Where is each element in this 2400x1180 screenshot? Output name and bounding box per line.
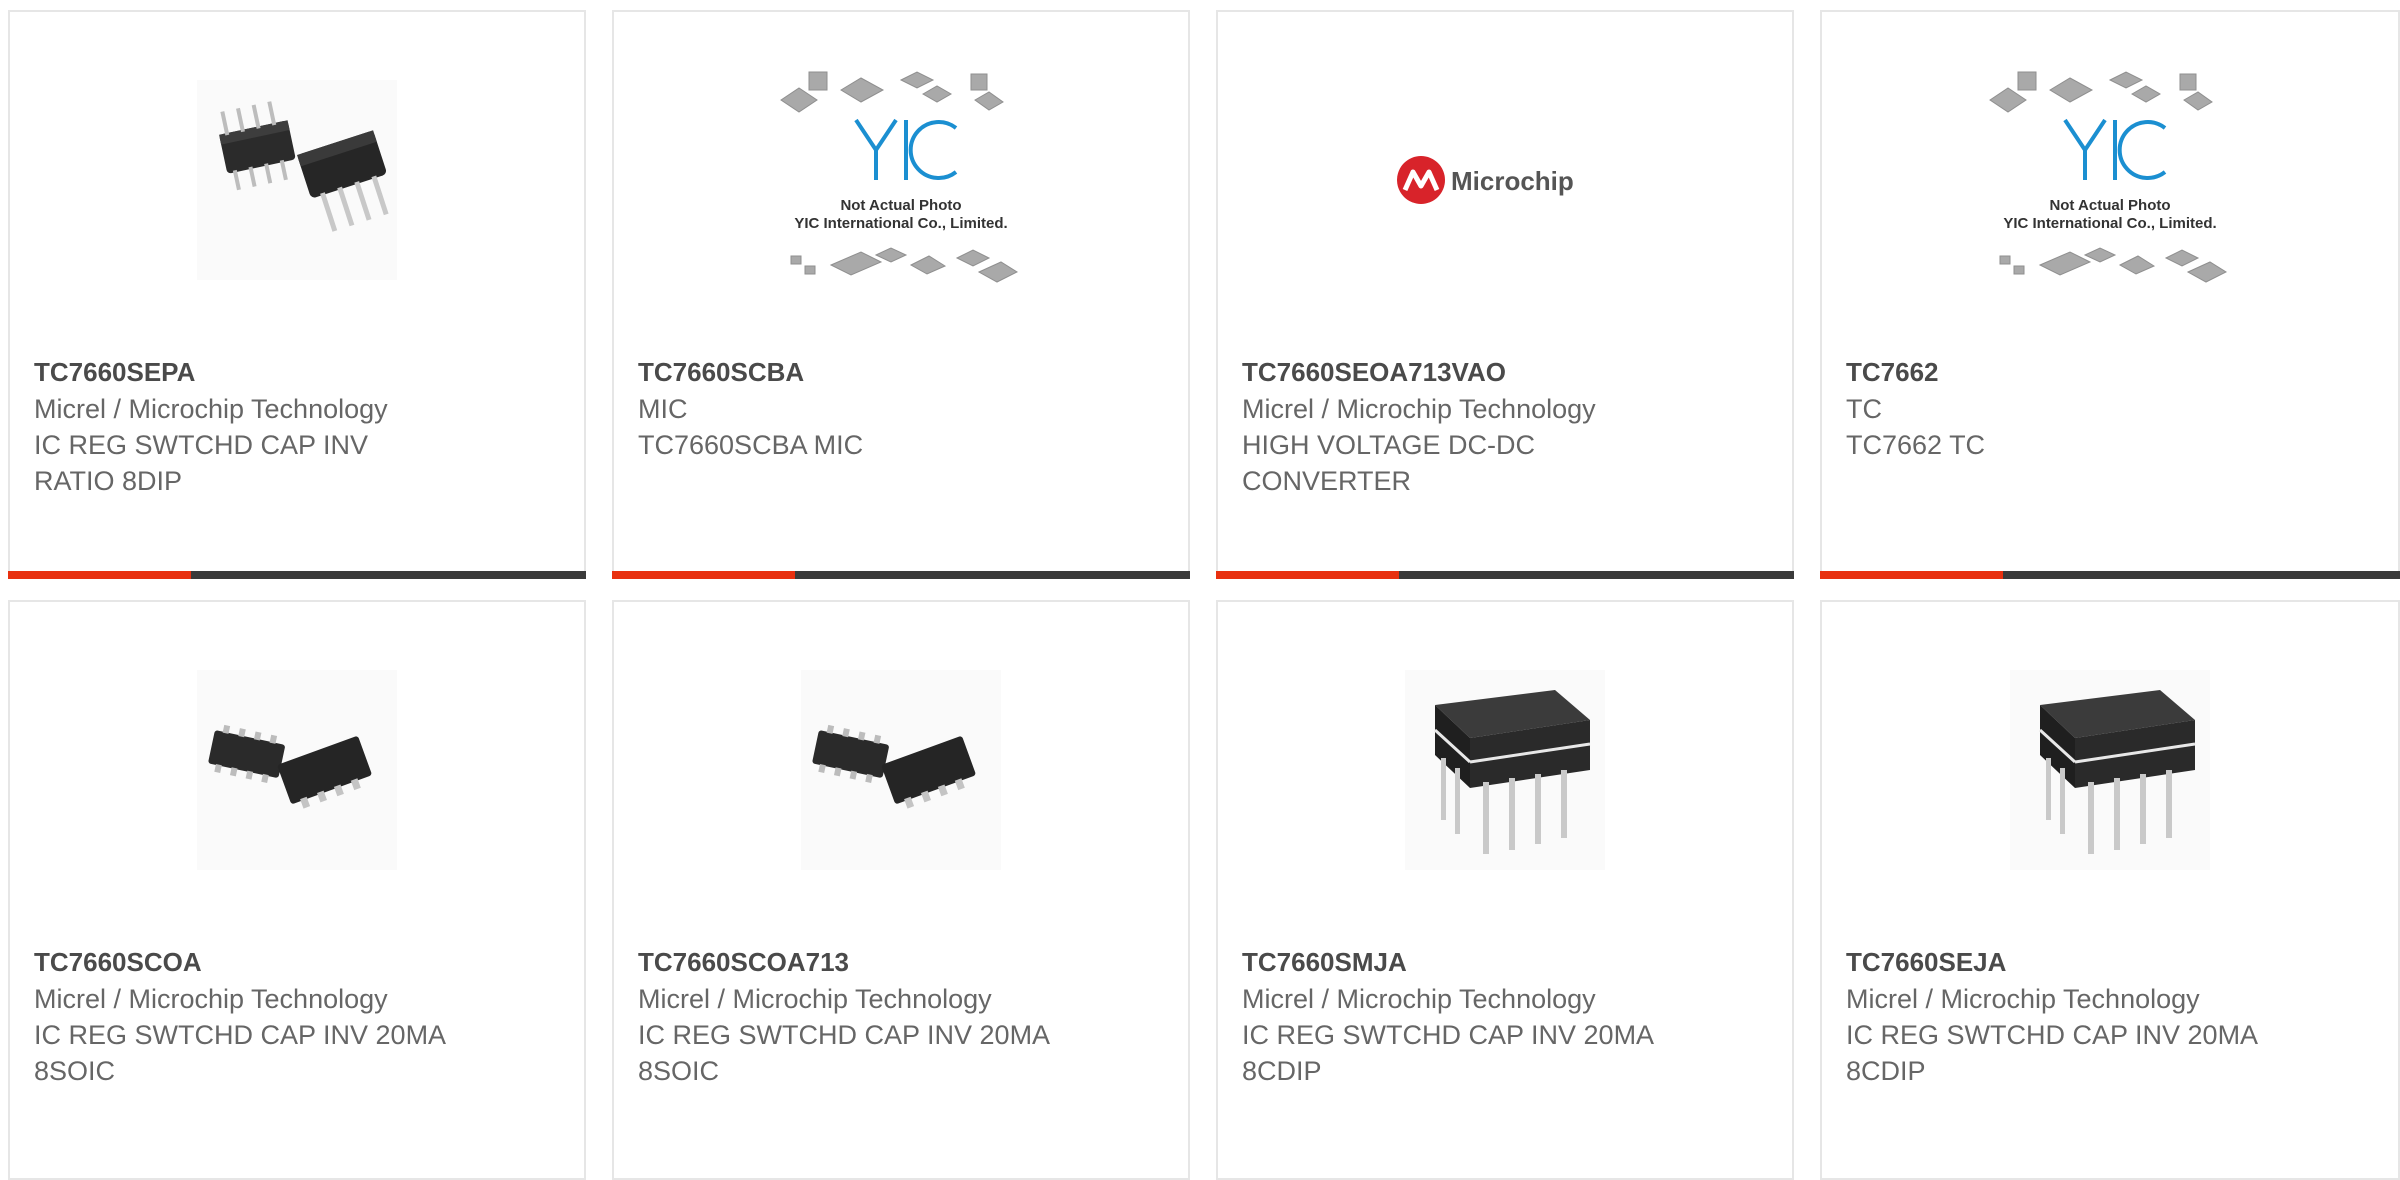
description: TC7660SCBA MIC (638, 430, 864, 460)
part-number[interactable]: TC7660SCOA (34, 945, 564, 979)
cdip8-chip-photo-icon (1405, 670, 1605, 870)
soic8-chip-photo-icon (197, 670, 397, 870)
part-number[interactable]: TC7660SCBA (638, 355, 1168, 389)
part-number[interactable]: TC7662 (1846, 355, 2378, 389)
manufacturer: Micrel / Microchip Technology (1242, 984, 1596, 1014)
microchip-logo-icon: Microchip (1397, 156, 1574, 204)
product-card[interactable]: Microchip TC7660SEOA713VAO Micrel / Micr… (1216, 10, 1794, 579)
yic-placeholder-icon: Not Actual Photo YIC International Co., … (780, 71, 1019, 283)
part-number[interactable]: TC7660SCOA713 (638, 945, 1168, 979)
description: IC REG SWTCHD CAP INV 20MA 8SOIC (638, 1020, 1049, 1086)
manufacturer: Micrel / Microchip Technology (1846, 984, 2200, 1014)
product-image[interactable]: Not Actual Photo YIC International Co., … (614, 60, 1188, 300)
card-bottom-bar (1820, 571, 2400, 579)
cdip8-chip-photo-icon (2010, 670, 2210, 870)
yic-placeholder-icon: Not Actual Photo YIC International Co., … (1989, 71, 2228, 283)
product-card[interactable]: TC7660SCOA Micrel / Microchip Technology… (8, 600, 586, 1180)
manufacturer: Micrel / Microchip Technology (34, 984, 388, 1014)
placeholder-line-2: YIC International Co., Limited. (2003, 215, 2216, 232)
product-card[interactable]: TC7660SEPA Micrel / Microchip Technology… (8, 10, 586, 579)
soic8-chip-photo-icon (801, 670, 1001, 870)
placeholder-line-2: YIC International Co., Limited. (794, 215, 1007, 232)
description: IC REG SWTCHD CAP INV 20MA 8SOIC (34, 1020, 445, 1086)
product-image[interactable]: Not Actual Photo YIC International Co., … (1822, 60, 2398, 300)
product-card[interactable]: TC7660SEJA Micrel / Microchip Technology… (1820, 600, 2400, 1180)
description: IC REG SWTCHD CAP INV 20MA 8CDIP (1846, 1020, 2257, 1086)
logo-text: Microchip (1451, 166, 1574, 196)
card-bottom-bar (612, 571, 1190, 579)
manufacturer: Micrel / Microchip Technology (1242, 394, 1596, 424)
manufacturer: Micrel / Microchip Technology (638, 984, 992, 1014)
manufacturer: TC (1846, 394, 1882, 424)
product-image[interactable]: Microchip (1218, 60, 1792, 300)
part-number[interactable]: TC7660SEJA (1846, 945, 2378, 979)
product-card[interactable]: Not Actual Photo YIC International Co., … (1820, 10, 2400, 579)
part-number[interactable]: TC7660SEOA713VAO (1242, 355, 1772, 389)
part-number[interactable]: TC7660SEPA (34, 355, 564, 389)
description: TC7662 TC (1846, 430, 1986, 460)
card-bottom-bar (1216, 571, 1794, 579)
product-image[interactable] (10, 60, 584, 300)
product-card[interactable]: TC7660SCOA713 Micrel / Microchip Technol… (612, 600, 1190, 1180)
product-card[interactable]: Not Actual Photo YIC International Co., … (612, 10, 1190, 579)
product-image[interactable] (1218, 650, 1792, 890)
product-image[interactable] (1822, 650, 2398, 890)
product-card[interactable]: TC7660SMJA Micrel / Microchip Technology… (1216, 600, 1794, 1180)
description: HIGH VOLTAGE DC-DC CONVERTER (1242, 430, 1536, 496)
manufacturer: Micrel / Microchip Technology (34, 394, 388, 424)
manufacturer: MIC (638, 394, 688, 424)
product-image[interactable] (10, 650, 584, 890)
part-number[interactable]: TC7660SMJA (1242, 945, 1772, 979)
dip8-chip-photo-icon (197, 80, 397, 280)
description: IC REG SWTCHD CAP INV RATIO 8DIP (34, 430, 369, 496)
card-bottom-bar (8, 571, 586, 579)
placeholder-line-1: Not Actual Photo (840, 197, 961, 214)
product-grid: TC7660SEPA Micrel / Microchip Technology… (0, 0, 2400, 1180)
placeholder-line-1: Not Actual Photo (2049, 197, 2170, 214)
product-image[interactable] (614, 650, 1188, 890)
description: IC REG SWTCHD CAP INV 20MA 8CDIP (1242, 1020, 1653, 1086)
